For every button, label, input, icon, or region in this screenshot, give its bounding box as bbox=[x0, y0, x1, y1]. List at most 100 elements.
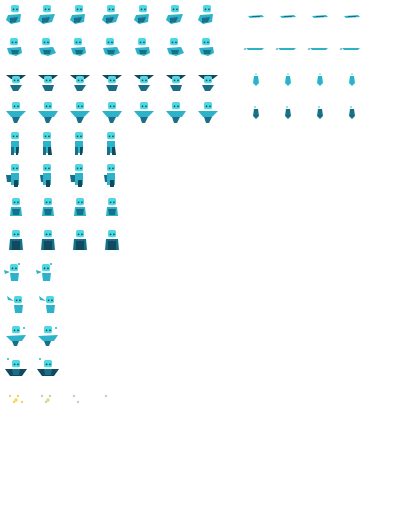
sprite-vanish-icon bbox=[8, 394, 24, 404]
sprite-drop-icon bbox=[317, 73, 323, 86]
row-float-b-frame-1 bbox=[2, 34, 30, 62]
sprite-dance-icon bbox=[166, 102, 186, 123]
row-dome-frame-1 bbox=[2, 226, 30, 254]
sprite-dance-icon bbox=[38, 102, 58, 123]
sprite-drop2-icon bbox=[317, 106, 323, 119]
sprite-float-wave-icon bbox=[7, 38, 22, 56]
sprite-vanish-icon bbox=[72, 394, 80, 404]
sprite-walk-arm-icon bbox=[6, 164, 19, 187]
sprite-hat-icon bbox=[102, 75, 122, 91]
row-drop-a-frame-1 bbox=[242, 66, 270, 94]
row-dash-b-frame-1 bbox=[242, 34, 270, 62]
sprite-float-tilt-icon bbox=[6, 5, 21, 24]
row-float-a-frame-6 bbox=[162, 2, 190, 30]
sprite-hat-icon bbox=[166, 75, 186, 91]
sprite-dash-icon bbox=[280, 15, 296, 18]
row-float-b-frame-7 bbox=[194, 34, 222, 62]
row-drop-b-frame-2 bbox=[274, 98, 302, 126]
sprite-drop-icon bbox=[349, 73, 355, 86]
sprite-vanish-icon bbox=[40, 394, 52, 404]
row-vanish-frame-3 bbox=[66, 386, 94, 414]
row-dash-a-frame-2 bbox=[274, 2, 302, 30]
row-hat-frame-2 bbox=[34, 66, 62, 94]
row-dash-b-frame-4 bbox=[338, 34, 366, 62]
sprite-drop2-icon bbox=[285, 106, 291, 119]
sprite-dash2-icon bbox=[308, 48, 328, 50]
sprite-idle-icon bbox=[106, 198, 118, 216]
row-hat-frame-4 bbox=[98, 66, 126, 94]
sprite-hat-icon bbox=[198, 75, 218, 91]
row-vanish-frame-2 bbox=[34, 386, 62, 414]
row-vanish-frame-4 bbox=[98, 386, 126, 414]
sprite-idle-icon bbox=[10, 198, 22, 216]
row-float-b-frame-4 bbox=[98, 34, 126, 62]
sprite-dance-icon bbox=[70, 102, 90, 123]
sprite-walk-arm-icon bbox=[70, 164, 83, 187]
sprite-float-tilt-icon bbox=[70, 5, 85, 24]
row-idle-frame-4 bbox=[98, 194, 126, 222]
sprite-walk-icon bbox=[75, 132, 83, 155]
row-spin-frame-2 bbox=[34, 354, 62, 382]
sprite-float-wave-icon bbox=[135, 38, 150, 56]
sprite-dance-icon bbox=[198, 102, 218, 123]
row-dance-frame-7 bbox=[194, 98, 222, 126]
sprite-float-wave-icon bbox=[71, 38, 86, 56]
sprite-drop-icon bbox=[285, 73, 291, 86]
sprite-float-wave-icon bbox=[199, 38, 214, 56]
row-dance-frame-6 bbox=[162, 98, 190, 126]
sprite-dome-icon bbox=[41, 230, 55, 250]
row-dome-frame-4 bbox=[98, 226, 126, 254]
row-float-a-frame-2 bbox=[34, 2, 62, 30]
sprite-dome-icon bbox=[9, 230, 23, 250]
row-cast-a-frame-2 bbox=[34, 258, 62, 286]
row-drop-b-frame-1 bbox=[242, 98, 270, 126]
row-idle-frame-2 bbox=[34, 194, 62, 222]
sprite-spin-icon bbox=[37, 358, 59, 376]
sprite-drop-icon bbox=[253, 73, 259, 86]
row-float-b-frame-5 bbox=[130, 34, 158, 62]
row-hat-frame-1 bbox=[2, 66, 30, 94]
sprite-hat-icon bbox=[134, 75, 154, 91]
row-jump-frame-2 bbox=[34, 322, 62, 350]
sprite-sheet bbox=[0, 0, 416, 512]
row-float-a-frame-3 bbox=[66, 2, 94, 30]
row-vanish-frame-1 bbox=[2, 386, 30, 414]
sprite-walk-icon bbox=[43, 132, 52, 155]
row-drop-b-frame-4 bbox=[338, 98, 366, 126]
sprite-idle-icon bbox=[74, 198, 86, 216]
row-drop-a-frame-2 bbox=[274, 66, 302, 94]
row-dash-a-frame-1 bbox=[242, 2, 270, 30]
row-float-a-frame-5 bbox=[130, 2, 158, 30]
sprite-walk-icon bbox=[107, 132, 116, 155]
sprite-walk-arm-icon bbox=[104, 164, 115, 187]
sprite-dash2-icon bbox=[244, 48, 264, 50]
sprite-drop2-icon bbox=[253, 106, 259, 119]
sprite-float-tilt-icon bbox=[102, 5, 119, 24]
row-dash-b-frame-3 bbox=[306, 34, 334, 62]
row-float-a-frame-7 bbox=[194, 2, 222, 30]
row-float-a-frame-1 bbox=[2, 2, 30, 30]
row-walk-b-frame-1 bbox=[2, 162, 30, 190]
sprite-spin-icon bbox=[5, 358, 27, 376]
row-float-a-frame-4 bbox=[98, 2, 126, 30]
sprite-hat-icon bbox=[70, 75, 90, 91]
sprite-dance-icon bbox=[102, 102, 122, 123]
row-dash-b-frame-2 bbox=[274, 34, 302, 62]
sprite-walk-arm-icon bbox=[40, 164, 51, 187]
sprite-dance-icon bbox=[6, 102, 26, 123]
sprite-walk-icon bbox=[11, 132, 19, 155]
sprite-hat-icon bbox=[38, 75, 58, 91]
row-dance-frame-3 bbox=[66, 98, 94, 126]
row-drop-b-frame-3 bbox=[306, 98, 334, 126]
sprite-float-wave-icon bbox=[167, 38, 184, 56]
sprite-jump-icon bbox=[38, 326, 58, 346]
row-walk-a-frame-4 bbox=[98, 130, 126, 158]
row-float-b-frame-2 bbox=[34, 34, 62, 62]
sprite-dance-icon bbox=[134, 102, 154, 123]
row-dome-frame-3 bbox=[66, 226, 94, 254]
sprite-cast-icon bbox=[36, 263, 52, 281]
row-cast-b-frame-1 bbox=[2, 290, 30, 318]
row-dance-frame-4 bbox=[98, 98, 126, 126]
sprite-float-wave-icon bbox=[103, 38, 120, 56]
row-float-b-frame-3 bbox=[66, 34, 94, 62]
